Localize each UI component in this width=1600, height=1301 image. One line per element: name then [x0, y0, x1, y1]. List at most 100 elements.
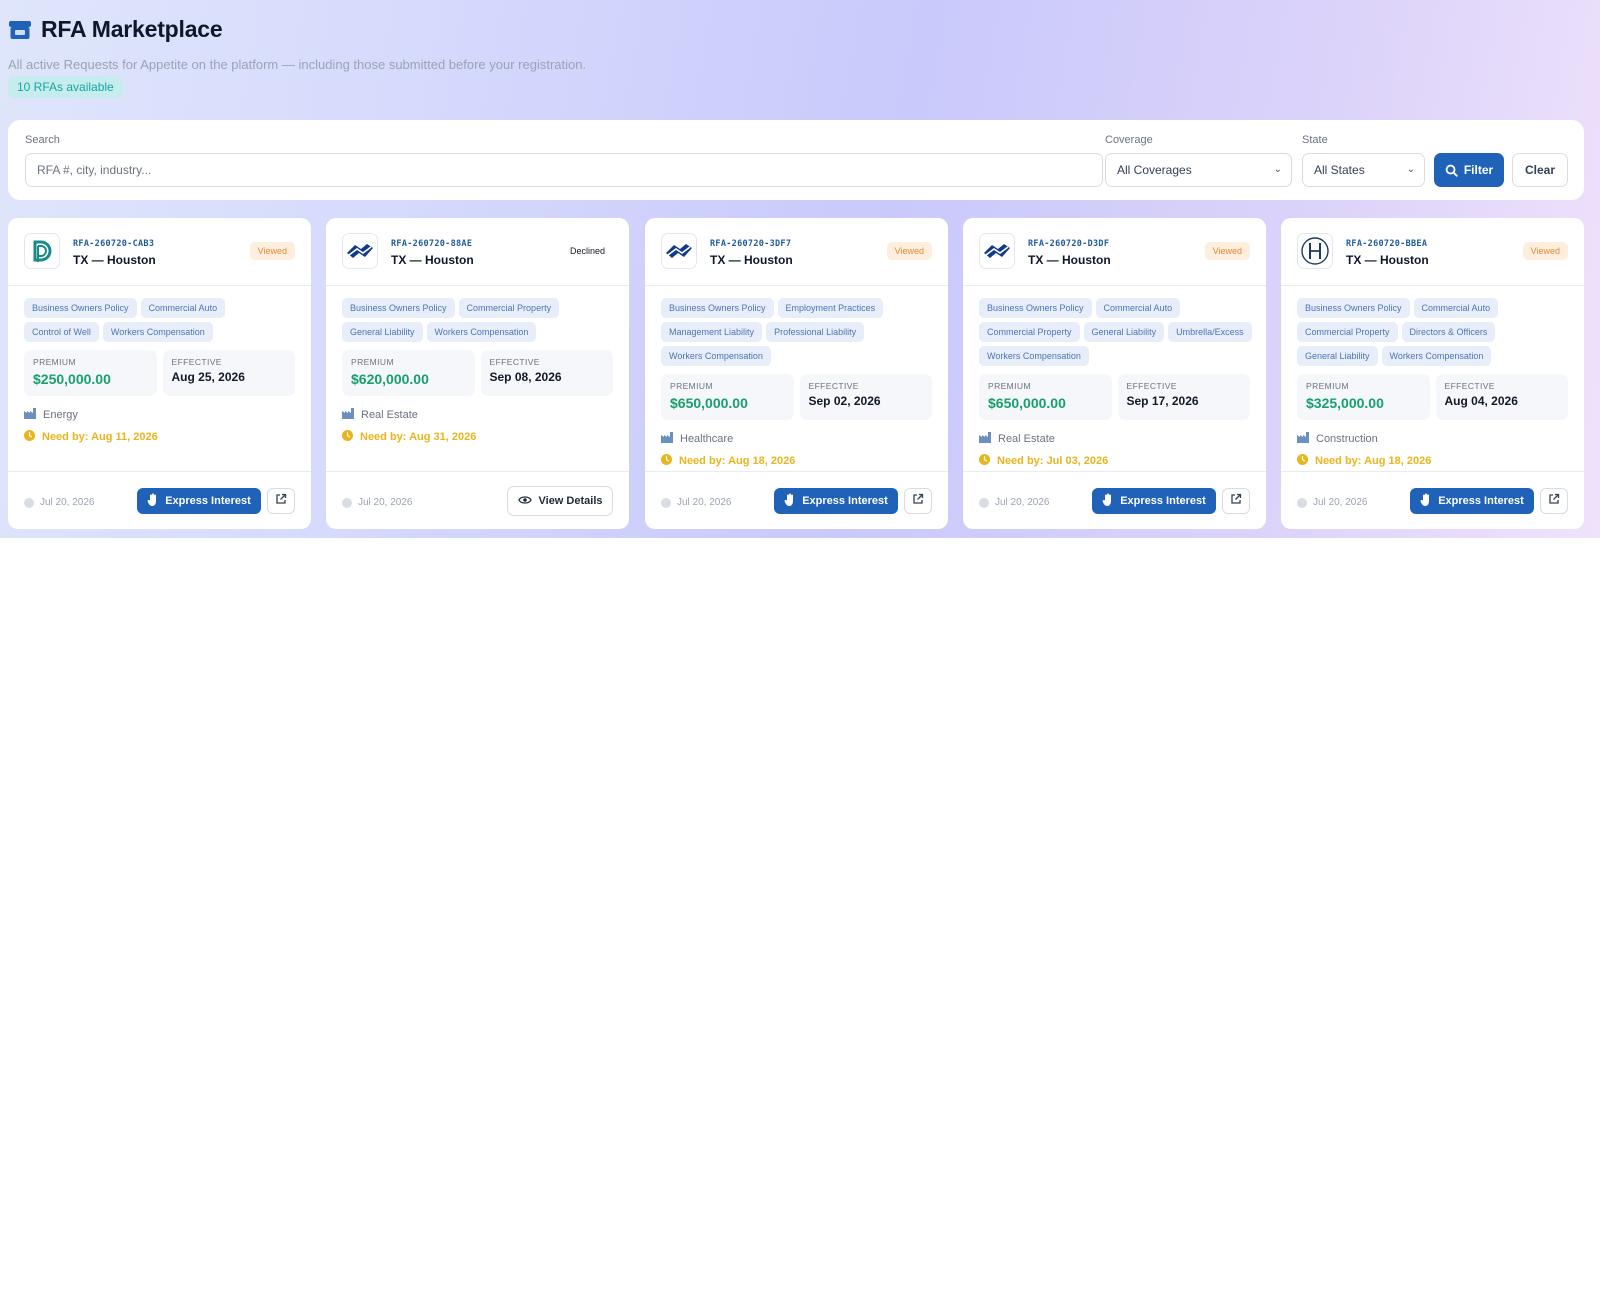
status-badge: Viewed	[249, 242, 295, 260]
posted-date: Jul 20, 2026	[342, 497, 413, 508]
premium-box: PREMIUM $650,000.00	[661, 374, 794, 420]
effective-box: EFFECTIVE Aug 25, 2026	[162, 350, 295, 396]
view-details-button[interactable]: View Details	[507, 486, 613, 516]
rfa-card[interactable]: RFA-260720-BBEA TX — Houston Viewed Busi…	[1281, 218, 1584, 529]
coverage-tag: Workers Compensation	[1381, 346, 1492, 366]
rfa-id: RFA-260720-CAB3	[73, 239, 155, 249]
clock-icon	[661, 497, 671, 508]
effective-label: EFFECTIVE	[1126, 381, 1177, 391]
clear-button[interactable]: Clear	[1512, 153, 1568, 187]
effective-date: Sep 08, 2026	[489, 370, 562, 384]
store-icon	[8, 18, 32, 42]
card-header: RFA-260720-88AE TX — Houston Declined	[326, 218, 629, 286]
card-header: RFA-260720-BBEA TX — Houston Viewed	[1281, 218, 1584, 286]
coverage-tag: General Liability	[1083, 322, 1165, 342]
premium-box: PREMIUM $650,000.00	[979, 374, 1112, 420]
open-external-button[interactable]	[1222, 488, 1250, 514]
coverage-tag: Business Owners Policy	[979, 298, 1092, 318]
rfa-card[interactable]: RFA-260720-CAB3 TX — Houston Viewed Busi…	[8, 218, 311, 529]
industry-label: Healthcare	[680, 433, 734, 445]
search-icon	[1445, 164, 1458, 177]
clock-icon	[1297, 454, 1308, 468]
rfa-card[interactable]: RFA-260720-3DF7 TX — Houston Viewed Busi…	[645, 218, 948, 529]
coverage-tag: Directors & Officers	[1401, 322, 1496, 342]
rfa-location: TX — Houston	[1028, 253, 1111, 267]
state-select[interactable]: All States ⌄	[1302, 153, 1425, 187]
card-metrics: PREMIUM $620,000.00 EFFECTIVE Sep 08, 20…	[342, 350, 613, 396]
need-by-label: Need by: Aug 31, 2026	[360, 431, 477, 443]
rfa-id: RFA-260720-88AE	[391, 239, 473, 249]
coverage-tags: Business Owners Policy Commercial Auto Con…	[24, 298, 299, 342]
posted-date: Jul 20, 2026	[1297, 497, 1368, 508]
card-metrics: PREMIUM $325,000.00 EFFECTIVE Aug 04, 20…	[1297, 374, 1568, 420]
filter-button-label: Filter	[1463, 163, 1494, 177]
external-link-icon	[912, 492, 924, 510]
effective-box: EFFECTIVE Aug 04, 2026	[1435, 374, 1568, 420]
rfa-location: TX — Houston	[391, 253, 474, 267]
rfa-card[interactable]: RFA-260720-D3DF TX — Houston Viewed Busi…	[963, 218, 1266, 529]
need-by-row: Need by: Aug 31, 2026	[342, 430, 476, 444]
premium-label: PREMIUM	[988, 381, 1031, 391]
coverage-tag: Employment Practices	[777, 298, 884, 318]
need-by-row: Need by: Jul 03, 2026	[979, 454, 1108, 468]
express-interest-label: Express Interest	[1120, 495, 1206, 507]
hand-icon	[1102, 493, 1114, 509]
wave-logo-icon	[979, 233, 1015, 269]
card-footer: Jul 20, 2026 Express Interest	[645, 471, 948, 529]
chevron-down-icon: ⌄	[1273, 164, 1282, 175]
eye-icon	[517, 495, 532, 508]
coverage-tag: Commercial Property	[1297, 322, 1398, 342]
clock-icon	[342, 430, 353, 444]
wave-logo-icon	[661, 233, 697, 269]
express-interest-button[interactable]: Express Interest	[774, 488, 898, 514]
rfa-card[interactable]: RFA-260720-88AE TX — Houston Declined Bu…	[326, 218, 629, 529]
industry-row: Construction	[1297, 432, 1378, 446]
effective-date: Aug 04, 2026	[1444, 394, 1518, 408]
express-interest-label: Express Interest	[802, 495, 888, 507]
premium-value: $250,000.00	[33, 371, 111, 387]
coverage-tag: Commercial Property	[458, 298, 560, 318]
coverage-tag: Commercial Property	[979, 322, 1080, 342]
effective-date: Aug 25, 2026	[171, 370, 245, 384]
page-title: RFA Marketplace	[41, 16, 223, 42]
external-link-icon	[1548, 492, 1560, 510]
posted-date-label: Jul 20, 2026	[995, 497, 1050, 508]
coverage-tag: General Liability	[342, 322, 423, 342]
clock-icon	[661, 454, 672, 468]
card-footer: Jul 20, 2026 Express Interest	[1281, 471, 1584, 529]
search-input[interactable]: RFA #, city, industry...	[25, 153, 1103, 187]
express-interest-label: Express Interest	[1438, 495, 1524, 507]
hand-icon	[1420, 493, 1432, 509]
express-interest-button[interactable]: Express Interest	[1092, 488, 1216, 514]
clock-icon	[979, 454, 990, 468]
coverage-label: Coverage	[1105, 134, 1153, 146]
d-logo-icon	[24, 233, 60, 269]
coverage-tag: Business Owners Policy	[661, 298, 774, 318]
premium-value: $620,000.00	[351, 371, 429, 387]
card-footer: Jul 20, 2026 Express Interest	[8, 471, 311, 529]
filter-bar: Search RFA #, city, industry... Coverage…	[8, 120, 1584, 200]
page-header: RFA Marketplace All active Requests for …	[8, 16, 586, 98]
filter-button[interactable]: Filter	[1434, 153, 1504, 187]
card-header: RFA-260720-CAB3 TX — Houston Viewed	[8, 218, 311, 286]
coverage-tag: Workers Compensation	[102, 322, 213, 342]
industry-row: Real Estate	[979, 432, 1055, 446]
need-by-row: Need by: Aug 18, 2026	[1297, 454, 1431, 468]
premium-value: $650,000.00	[670, 395, 748, 411]
open-external-button[interactable]	[904, 488, 932, 514]
coverage-tag: General Liability	[1297, 346, 1378, 366]
card-header: RFA-260720-D3DF TX — Houston Viewed	[963, 218, 1266, 286]
express-interest-button[interactable]: Express Interest	[1410, 488, 1534, 514]
posted-date-label: Jul 20, 2026	[1313, 497, 1368, 508]
express-interest-button[interactable]: Express Interest	[137, 488, 261, 514]
coverage-select[interactable]: All Coverages ⌄	[1105, 153, 1292, 187]
open-external-button[interactable]	[1540, 488, 1568, 514]
coverage-tag: Control of Well	[24, 322, 99, 342]
card-metrics: PREMIUM $250,000.00 EFFECTIVE Aug 25, 20…	[24, 350, 295, 396]
premium-box: PREMIUM $325,000.00	[1297, 374, 1430, 420]
rfa-location: TX — Houston	[710, 253, 793, 267]
industry-icon	[979, 432, 991, 446]
need-by-label: Need by: Aug 18, 2026	[679, 455, 796, 467]
effective-label: EFFECTIVE	[171, 357, 222, 367]
open-external-button[interactable]	[267, 488, 295, 514]
